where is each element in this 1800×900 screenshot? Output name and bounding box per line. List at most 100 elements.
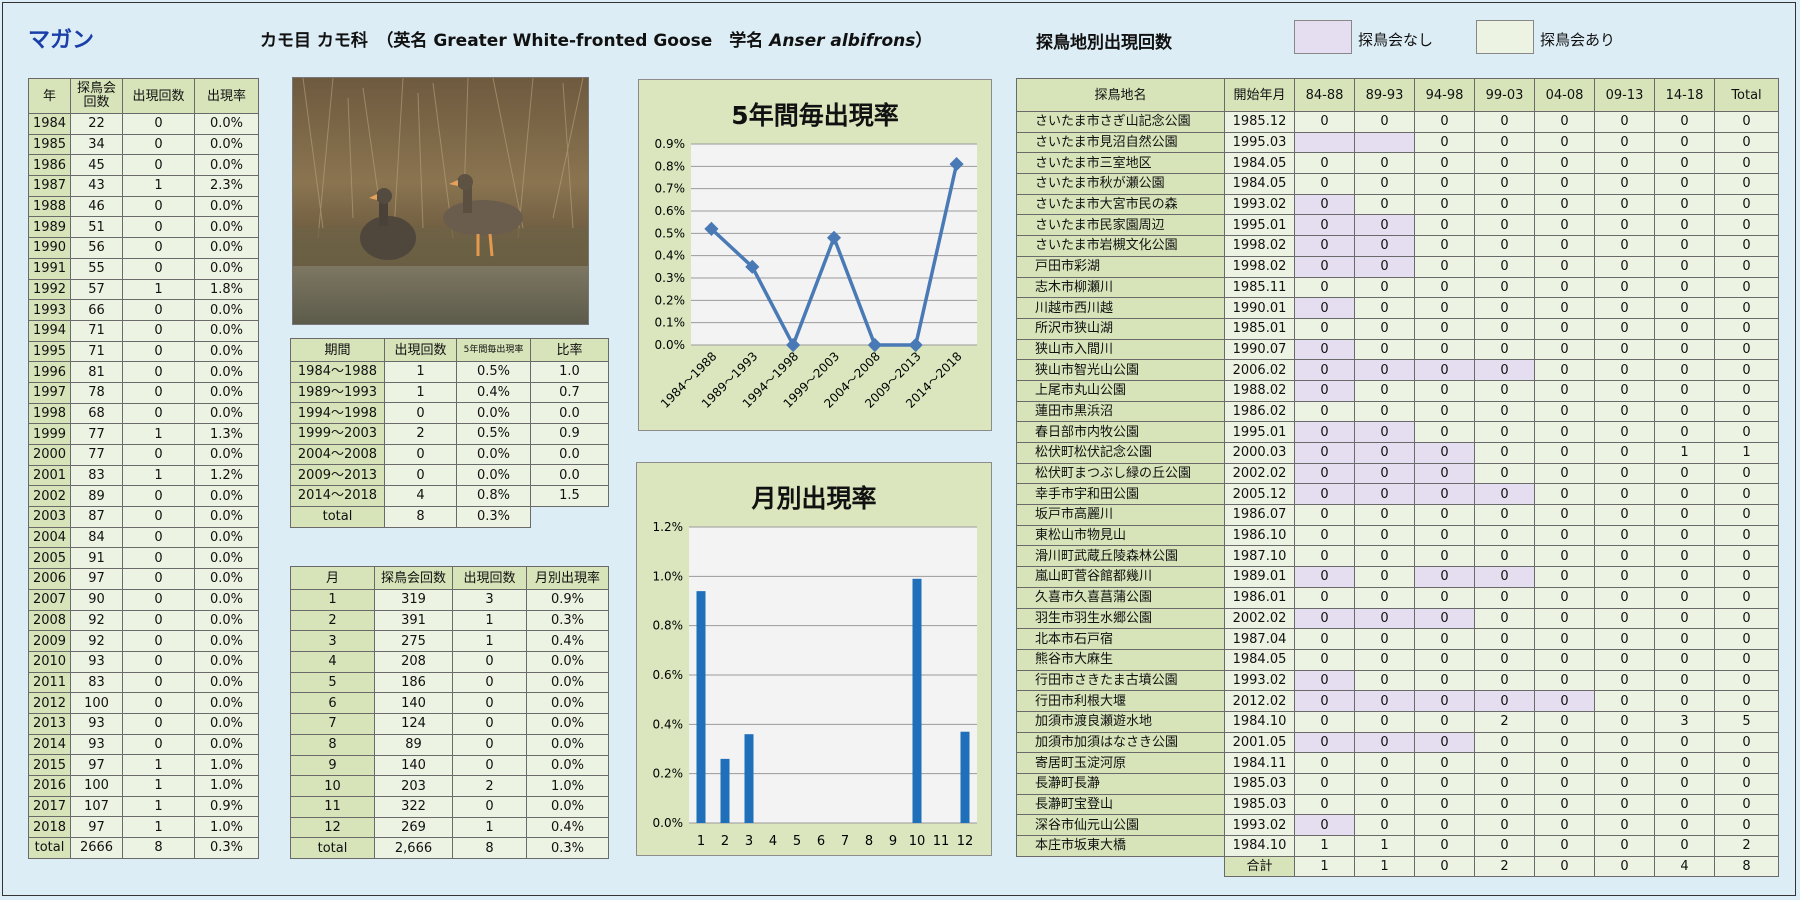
table-cell: 1 bbox=[122, 423, 195, 445]
table-cell: 7 bbox=[290, 713, 375, 735]
site-cell: 0 bbox=[1654, 545, 1715, 568]
site-cell: 0 bbox=[1474, 731, 1535, 754]
site-cell: 0 bbox=[1654, 193, 1715, 216]
site-cell: 0 bbox=[1294, 297, 1355, 319]
site-cell: 0 bbox=[1714, 111, 1779, 133]
site-row: さいたま市三室地区 1984.05 0 0 0 0 0 0 0 0 bbox=[1016, 152, 1779, 175]
site-cell: 0 bbox=[1294, 669, 1355, 692]
site-cell: 0 bbox=[1654, 255, 1715, 278]
table-cell: 0.0% bbox=[194, 216, 259, 239]
total-row: total 2,666 8 0.3% bbox=[290, 837, 609, 859]
table-cell: 2008 bbox=[28, 609, 71, 632]
table-cell: 6 bbox=[290, 692, 375, 715]
table-row: 1989～1993 1 0.4% 0.7 bbox=[290, 381, 609, 404]
site-cell: 0 bbox=[1534, 131, 1595, 154]
site-cell: 0 bbox=[1414, 773, 1475, 795]
table-row: 10 203 2 1.0% bbox=[290, 775, 609, 797]
table-cell: 0.5% bbox=[456, 361, 531, 383]
site-cell: 0 bbox=[1354, 545, 1415, 568]
site-cell: 0 bbox=[1474, 773, 1535, 795]
table-cell: 83 bbox=[70, 464, 123, 487]
table-cell: 186 bbox=[374, 671, 453, 694]
site-cell: 0 bbox=[1594, 235, 1655, 257]
site-table: 探鳥地名 開始年月 84-88 89-93 94-98 99-03 04-08 09-13 14… bbox=[1016, 78, 1779, 878]
table-cell: 11 bbox=[290, 795, 375, 818]
table-cell: 78 bbox=[70, 381, 123, 404]
site-cell: 0 bbox=[1714, 338, 1779, 361]
site-cell: 0 bbox=[1354, 421, 1415, 443]
site-cell: 0 bbox=[1414, 214, 1475, 237]
y-tick-label: 0.2% bbox=[653, 767, 684, 781]
table-row: 4 208 0 0.0% bbox=[290, 651, 609, 673]
site-cell: 0 bbox=[1714, 773, 1779, 795]
table-cell: 71 bbox=[70, 319, 123, 342]
table-cell: 0.0% bbox=[526, 795, 609, 818]
site-name: さいたま市さぎ山記念公園 bbox=[1016, 111, 1225, 133]
site-cell: 0 bbox=[1294, 607, 1355, 630]
column-header: 出現回数 bbox=[122, 78, 195, 114]
site-cell: 0 bbox=[1654, 173, 1715, 195]
site-cell: 0 bbox=[1534, 338, 1595, 361]
site-cell: 0 bbox=[1714, 462, 1779, 485]
table-row: 12 269 1 0.4% bbox=[290, 816, 609, 839]
table-cell: 0 bbox=[384, 402, 457, 425]
site-cell: 0 bbox=[1294, 793, 1355, 816]
table-cell: 1985 bbox=[28, 133, 71, 156]
table-cell: 57 bbox=[70, 278, 123, 301]
site-name: 幸手市宇和田公園 bbox=[1016, 483, 1225, 506]
y-tick-label: 0.5% bbox=[655, 226, 686, 240]
site-cell: 0 bbox=[1654, 379, 1715, 402]
monthly-table: 月探鳥会回数 出現回数 月別出現率 1 319 3 0.9% 2 391 1 0.3% 3 275 1 0.… bbox=[290, 566, 609, 859]
site-cell: 0 bbox=[1534, 379, 1595, 402]
site-row: 所沢市狭山湖 1985.01 0 0 0 0 0 0 0 0 bbox=[1016, 317, 1779, 340]
site-cell: 0 bbox=[1534, 483, 1595, 506]
x-tick-label: 7 bbox=[841, 834, 849, 849]
site-row: 戸田市彩湖 1998.02 0 0 0 0 0 0 0 0 bbox=[1016, 255, 1779, 278]
site-cell: 0 bbox=[1534, 111, 1595, 133]
site-cell: 0 bbox=[1414, 648, 1475, 671]
site-cell: 0 bbox=[1294, 462, 1355, 485]
site-row: 嵐山町菅谷館都幾川 1989.01 0 0 0 0 0 0 0 0 bbox=[1016, 566, 1779, 588]
site-cell: 0 bbox=[1474, 338, 1535, 361]
table-cell: 0 bbox=[122, 319, 195, 342]
table-cell: 0.0% bbox=[194, 113, 259, 135]
site-cell: 0 bbox=[1414, 814, 1475, 837]
site-cell: 0 bbox=[1354, 152, 1415, 175]
site-cell: 0 bbox=[1594, 545, 1655, 568]
table-row: 2008 92 0 0.0% bbox=[28, 609, 259, 632]
site-cell: 0 bbox=[1714, 793, 1779, 816]
table-cell: 0 bbox=[122, 671, 195, 694]
site-cell: 1985.03 bbox=[1224, 793, 1295, 816]
site-cell: 0 bbox=[1414, 690, 1475, 712]
site-row: 滑川町武蔵丘陵森林公園 1987.10 0 0 0 0 0 0 0 0 bbox=[1016, 545, 1779, 568]
site-cell: 0 bbox=[1714, 566, 1779, 588]
table-cell: 0 bbox=[122, 195, 195, 218]
site-name: 寄居町玉淀河原 bbox=[1016, 752, 1225, 774]
table-cell: 1.3% bbox=[194, 423, 259, 445]
site-cell: 0 bbox=[1474, 504, 1535, 526]
site-cell: 0 bbox=[1474, 421, 1535, 443]
table-cell: 0 bbox=[122, 609, 195, 632]
table-cell: 1997 bbox=[28, 381, 71, 404]
site-cell: 0 bbox=[1534, 669, 1595, 692]
site-cell: 0 bbox=[1474, 379, 1535, 402]
table-cell: 2009～2013 bbox=[290, 464, 385, 487]
y-tick-label: 0.3% bbox=[655, 271, 686, 285]
site-cell: 0 bbox=[1354, 400, 1415, 423]
y-tick-label: 1.0% bbox=[653, 569, 684, 583]
site-cell: 0 bbox=[1654, 731, 1715, 754]
site-cell: 0 bbox=[1534, 835, 1595, 857]
site-cell: 0 bbox=[1534, 566, 1595, 588]
site-cell: 0 bbox=[1594, 359, 1655, 381]
table-cell: 2009 bbox=[28, 630, 71, 652]
site-cell: 0 bbox=[1594, 669, 1655, 692]
site-cell: 0 bbox=[1594, 379, 1655, 402]
site-cell: 5 bbox=[1714, 710, 1779, 733]
table-cell: 0 bbox=[122, 402, 195, 425]
table-row: 2004 84 0 0.0% bbox=[28, 526, 259, 549]
sci-label: 学名 bbox=[729, 31, 764, 51]
table-cell: 107 bbox=[70, 795, 123, 818]
table-row: 1992 57 1 1.8% bbox=[28, 278, 259, 301]
total-row: total 2666 8 0.3% bbox=[28, 837, 259, 859]
table-cell: 1984～1988 bbox=[290, 361, 385, 383]
